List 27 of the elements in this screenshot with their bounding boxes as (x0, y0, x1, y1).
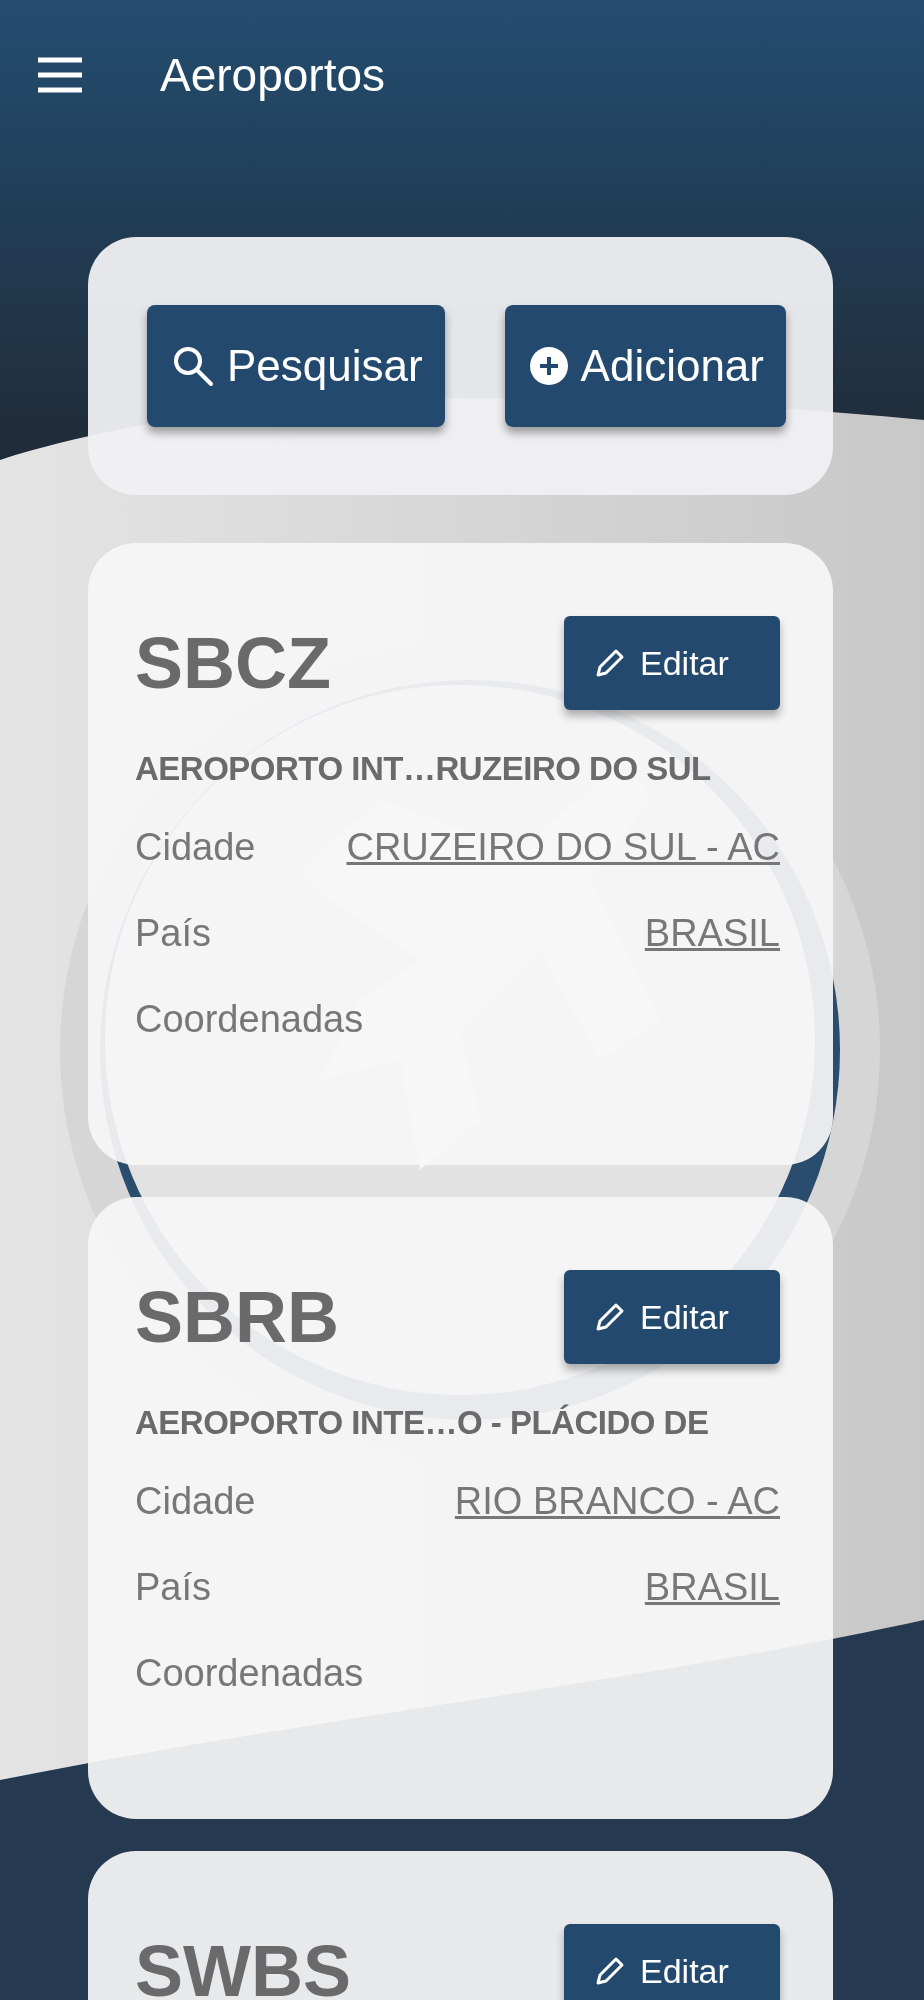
edit-button[interactable]: Editar (564, 616, 780, 710)
edit-button[interactable]: Editar (564, 1924, 780, 2000)
field-value[interactable]: RIO BRANCO - AC (454, 1480, 780, 1528)
field-label: País (135, 1566, 212, 1610)
search-button[interactable]: Pesquisar (147, 305, 445, 427)
pencil-icon (594, 1301, 626, 1333)
edit-button[interactable]: Editar (564, 1270, 780, 1364)
field-value[interactable]: CRUZEIRO DO SUL - AC (346, 826, 780, 874)
airport-code: SBCZ (135, 622, 331, 704)
search-icon (171, 344, 215, 388)
pencil-icon (594, 647, 626, 679)
airport-code: SWBS (135, 1930, 351, 2000)
field-label: Coordenadas (135, 998, 364, 1042)
field-label: Coordenadas (135, 1652, 364, 1696)
airport-name: AEROPORTO INT…RUZEIRO DO SUL (135, 750, 712, 788)
add-button[interactable]: Adicionar (504, 305, 786, 427)
field-label: Cidade (135, 1480, 256, 1524)
pencil-icon (594, 1955, 626, 1987)
page-title: Aeroportos (160, 48, 385, 102)
field-label: Cidade (135, 826, 256, 870)
menu-icon[interactable] (38, 57, 82, 93)
field-value[interactable]: BRASIL (644, 1566, 780, 1614)
field-label: País (135, 912, 212, 956)
airport-name: AEROPORTO INTE…O - PLÁCIDO DE (135, 1404, 710, 1442)
field-value[interactable]: BRASIL (644, 912, 780, 960)
add-icon (528, 346, 569, 386)
airport-code: SBRB (135, 1276, 339, 1358)
